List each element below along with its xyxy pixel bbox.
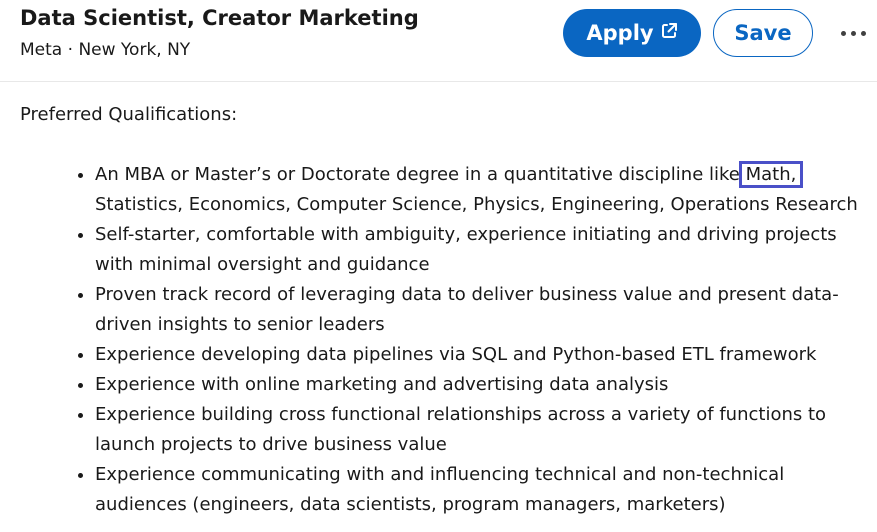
job-description: Preferred Qualifications: An MBA or Mast…: [20, 100, 870, 520]
external-link-icon: [660, 22, 678, 40]
more-options-button[interactable]: [832, 14, 874, 52]
apply-label: Apply: [586, 21, 654, 45]
job-header: Data Scientist, Creator Marketing Meta ·…: [0, 0, 877, 82]
section-heading: Preferred Qualifications:: [20, 104, 238, 125]
list-item: An MBA or Master’s or Doctorate degree i…: [95, 160, 870, 220]
save-button[interactable]: Save: [713, 9, 813, 57]
list-item: Experience communicating with and influe…: [95, 460, 870, 520]
list-item: Experience building cross functional rel…: [95, 400, 870, 460]
list-item: Proven track record of leveraging data t…: [95, 280, 870, 340]
dot: [850, 30, 856, 36]
item-text: Statistics, Economics, Computer Science,…: [95, 194, 858, 215]
company-location: Meta · New York, NY: [20, 40, 190, 60]
item-text: An MBA or Master’s or Doctorate degree i…: [95, 164, 746, 185]
apply-button[interactable]: Apply: [563, 9, 701, 57]
highlighted-text: Math,: [738, 161, 804, 188]
job-title: Data Scientist, Creator Marketing: [20, 6, 419, 30]
dot: [860, 30, 866, 36]
list-item: Experience with online marketing and adv…: [95, 370, 870, 400]
separator-dot: ·: [67, 40, 74, 60]
company-name[interactable]: Meta: [20, 40, 62, 60]
list-item: Self-starter, comfortable with ambiguity…: [95, 220, 870, 280]
job-location: New York, NY: [78, 40, 191, 60]
list-item: Experience developing data pipelines via…: [95, 340, 870, 370]
dot: [840, 30, 846, 36]
qualifications-list: An MBA or Master’s or Doctorate degree i…: [20, 160, 870, 520]
